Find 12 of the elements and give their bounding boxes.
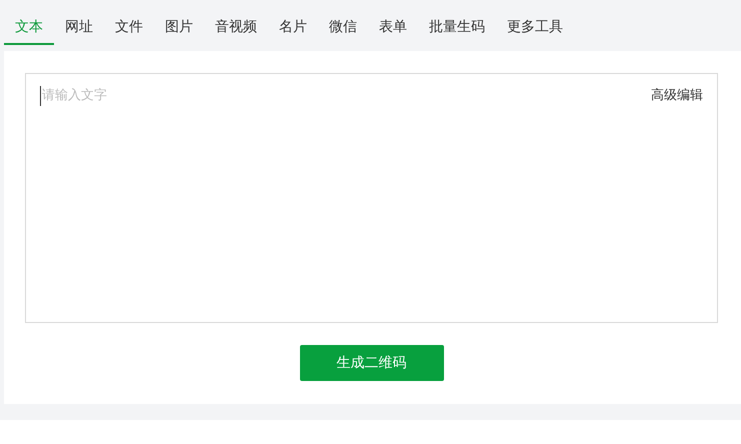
text-input-area[interactable]: 请输入文字 高级编辑 bbox=[25, 73, 718, 323]
tab[interactable]: 更多工具 bbox=[496, 11, 574, 45]
advanced-edit-link[interactable]: 高级编辑 bbox=[651, 86, 703, 106]
tab[interactable]: 批量生码 bbox=[418, 11, 496, 45]
tab[interactable]: 音视频 bbox=[204, 11, 268, 45]
tab[interactable]: 表单 bbox=[368, 11, 418, 45]
text-input[interactable]: 请输入文字 bbox=[40, 86, 340, 106]
tab[interactable]: 微信 bbox=[318, 11, 368, 45]
tab[interactable]: 网址 bbox=[54, 11, 104, 45]
tab[interactable]: 文件 bbox=[104, 11, 154, 45]
tab[interactable]: 名片 bbox=[268, 11, 318, 45]
tab[interactable]: 图片 bbox=[154, 11, 204, 45]
